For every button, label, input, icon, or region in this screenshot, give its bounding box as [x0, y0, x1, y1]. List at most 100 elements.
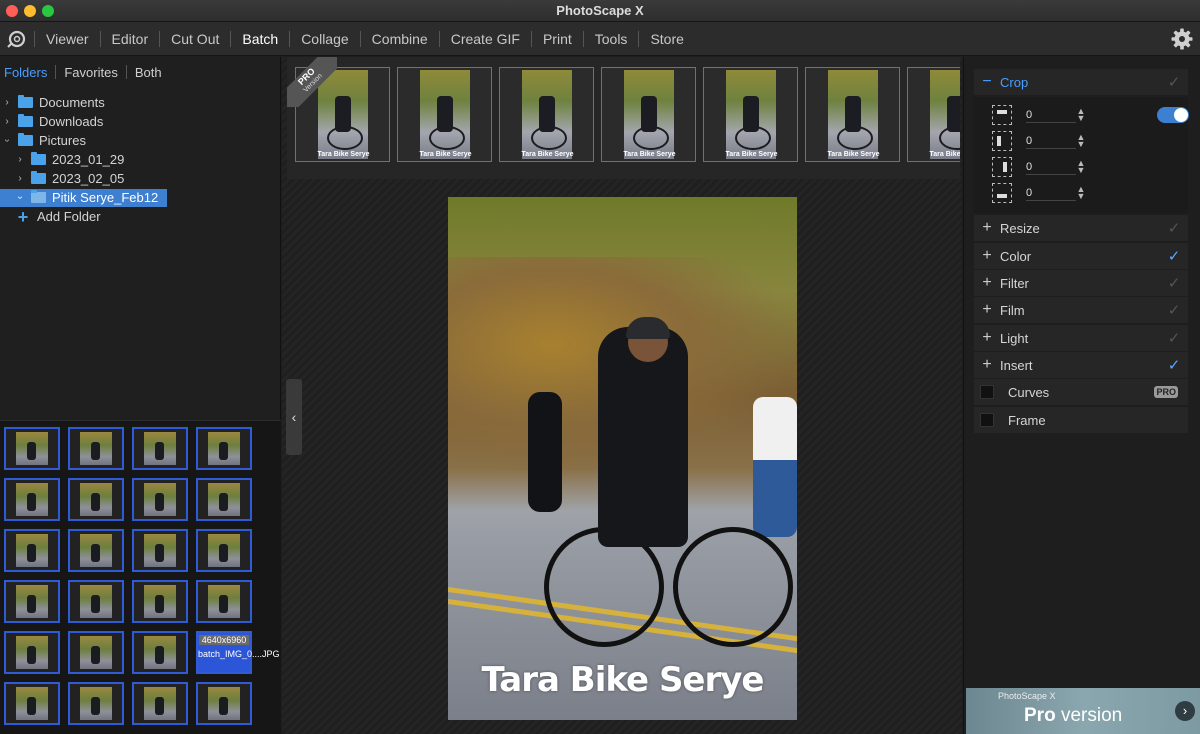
checkmark-icon[interactable]: ✓ — [1160, 73, 1188, 91]
photo-thumbnail[interactable] — [132, 682, 188, 725]
checkmark-icon[interactable]: ✓ — [1160, 329, 1188, 347]
photo-thumbnail[interactable] — [196, 529, 252, 572]
crop-bottom-input[interactable]: 0 — [1026, 185, 1076, 201]
photo-thumbnail[interactable] — [4, 580, 60, 623]
menu-batch[interactable]: Batch — [231, 22, 289, 56]
frame-checkbox[interactable] — [980, 413, 994, 427]
insert-section[interactable]: + Insert ✓ — [974, 352, 1188, 378]
light-section[interactable]: + Light ✓ — [974, 325, 1188, 351]
chevron-right-icon[interactable]: › — [1175, 701, 1195, 721]
chevron-right-icon[interactable]: › — [15, 154, 25, 165]
crop-toggle-switch[interactable] — [1157, 107, 1189, 123]
menu-combine[interactable]: Combine — [361, 22, 439, 56]
chevron-right-icon[interactable]: › — [2, 97, 12, 108]
film-section[interactable]: + Film ✓ — [974, 297, 1188, 323]
photo-thumbnail[interactable] — [196, 427, 252, 470]
strip-thumbnail[interactable]: Tara Bike Serye — [397, 67, 492, 162]
strip-thumbnail[interactable]: Tara Bike Serye — [601, 67, 696, 162]
photo-thumbnail[interactable] — [132, 478, 188, 521]
stepper-icon[interactable]: ▲ ▼ — [1076, 107, 1086, 123]
zoom-window-button[interactable] — [42, 5, 54, 17]
menu-cut-out[interactable]: Cut Out — [160, 22, 230, 56]
menu-print[interactable]: Print — [532, 22, 583, 56]
photo-thumbnail[interactable] — [68, 682, 124, 725]
frame-section[interactable]: Frame — [974, 407, 1188, 433]
strip-thumbnail[interactable]: Tara Bike Serye — [805, 67, 900, 162]
filter-section[interactable]: + Filter ✓ — [974, 270, 1188, 296]
chevron-right-icon[interactable]: › — [15, 173, 25, 184]
gear-icon[interactable] — [1170, 27, 1194, 51]
color-section[interactable]: + Color ✓ — [974, 243, 1188, 269]
minimize-window-button[interactable] — [24, 5, 36, 17]
photoscape-logo-icon[interactable] — [0, 22, 34, 56]
crop-right-input[interactable]: 0 — [1026, 159, 1076, 175]
photo-thumbnail[interactable] — [68, 478, 124, 521]
photo-thumbnail[interactable] — [132, 427, 188, 470]
menu-collage[interactable]: Collage — [290, 22, 359, 56]
photo-thumbnail[interactable] — [4, 529, 60, 572]
strip-thumbnail[interactable]: Tara Bike Serye — [499, 67, 594, 162]
photo-thumbnail[interactable] — [68, 427, 124, 470]
photo-thumbnail[interactable] — [4, 682, 60, 725]
menu-tools[interactable]: Tools — [584, 22, 639, 56]
photo-thumbnail[interactable] — [196, 478, 252, 521]
curves-section[interactable]: Curves PRO — [974, 379, 1188, 405]
photo-preview-canvas[interactable]: Tara Bike Serye — [448, 197, 797, 720]
pro-version-ribbon[interactable]: PRO Version — [287, 57, 337, 107]
plus-icon[interactable]: + — [974, 329, 1000, 347]
checkmark-icon[interactable]: ✓ — [1160, 301, 1188, 319]
photo-thumbnail[interactable] — [132, 529, 188, 572]
minus-icon[interactable]: − — [974, 73, 1000, 91]
crop-left-input[interactable]: 0 — [1026, 133, 1076, 149]
tab-folders[interactable]: Folders — [4, 65, 55, 80]
chevron-down-icon[interactable]: › — [2, 136, 13, 146]
collapse-sidebar-button[interactable]: ‹ — [286, 379, 302, 455]
tree-item-2023-02-05[interactable]: › 2023_02_05 — [0, 169, 281, 188]
photo-thumbnail[interactable] — [4, 427, 60, 470]
plus-icon[interactable]: + — [974, 356, 1000, 374]
crop-section-header[interactable]: − Crop ✓ — [974, 69, 1188, 95]
menu-editor[interactable]: Editor — [101, 22, 160, 56]
close-window-button[interactable] — [6, 5, 18, 17]
photo-thumbnail[interactable] — [4, 631, 60, 674]
pro-version-banner[interactable]: PhotoScape X Pro version › — [966, 688, 1200, 734]
tree-item-downloads[interactable]: › Downloads — [0, 112, 281, 131]
resize-section[interactable]: + Resize ✓ — [974, 215, 1188, 241]
tree-item-documents[interactable]: › Documents — [0, 93, 281, 112]
chevron-right-icon[interactable]: › — [2, 116, 12, 127]
curves-checkbox[interactable] — [980, 385, 994, 399]
strip-thumbnail[interactable]: Tara Bike Serye — [703, 67, 798, 162]
strip-thumbnail[interactable]: Tara Bike Serye — [907, 67, 960, 162]
tab-both[interactable]: Both — [135, 65, 170, 80]
checkmark-icon[interactable]: ✓ — [1160, 219, 1188, 237]
photo-thumbnail[interactable] — [132, 631, 188, 674]
stepper-icon[interactable]: ▲ ▼ — [1076, 159, 1086, 175]
checkmark-icon[interactable]: ✓ — [1160, 247, 1188, 265]
chevron-down-icon[interactable]: › — [15, 193, 26, 203]
photo-thumbnail-hovered[interactable]: 4640x6960 batch_IMG_0....JPG — [196, 631, 280, 674]
photo-thumbnail[interactable] — [196, 580, 252, 623]
checkmark-icon[interactable]: ✓ — [1160, 356, 1188, 374]
add-folder-button[interactable]: + Add Folder — [0, 207, 281, 226]
photo-thumbnail[interactable] — [4, 478, 60, 521]
menu-create-gif[interactable]: Create GIF — [440, 22, 531, 56]
tab-favorites[interactable]: Favorites — [64, 65, 125, 80]
menu-store[interactable]: Store — [639, 22, 694, 56]
stepper-icon[interactable]: ▲ ▼ — [1076, 133, 1086, 149]
tree-item-pictures[interactable]: › Pictures — [0, 131, 281, 150]
plus-icon[interactable]: + — [974, 219, 1000, 237]
plus-icon[interactable]: + — [974, 274, 1000, 292]
photo-thumbnail[interactable] — [68, 529, 124, 572]
photo-thumbnail[interactable] — [196, 682, 252, 725]
tree-item-2023-01-29[interactable]: › 2023_01_29 — [0, 150, 281, 169]
checkmark-icon[interactable]: ✓ — [1160, 274, 1188, 292]
photo-thumbnail[interactable] — [132, 580, 188, 623]
stepper-icon[interactable]: ▲ ▼ — [1076, 185, 1086, 201]
menu-viewer[interactable]: Viewer — [35, 22, 100, 56]
crop-top-input[interactable]: 0 — [1026, 107, 1076, 123]
photo-thumbnail[interactable] — [68, 580, 124, 623]
plus-icon[interactable]: + — [974, 247, 1000, 265]
tree-item-pitik-serye[interactable]: › Pitik Serye_Feb12 — [0, 188, 281, 207]
plus-icon[interactable]: + — [974, 301, 1000, 319]
photo-thumbnail[interactable] — [68, 631, 124, 674]
